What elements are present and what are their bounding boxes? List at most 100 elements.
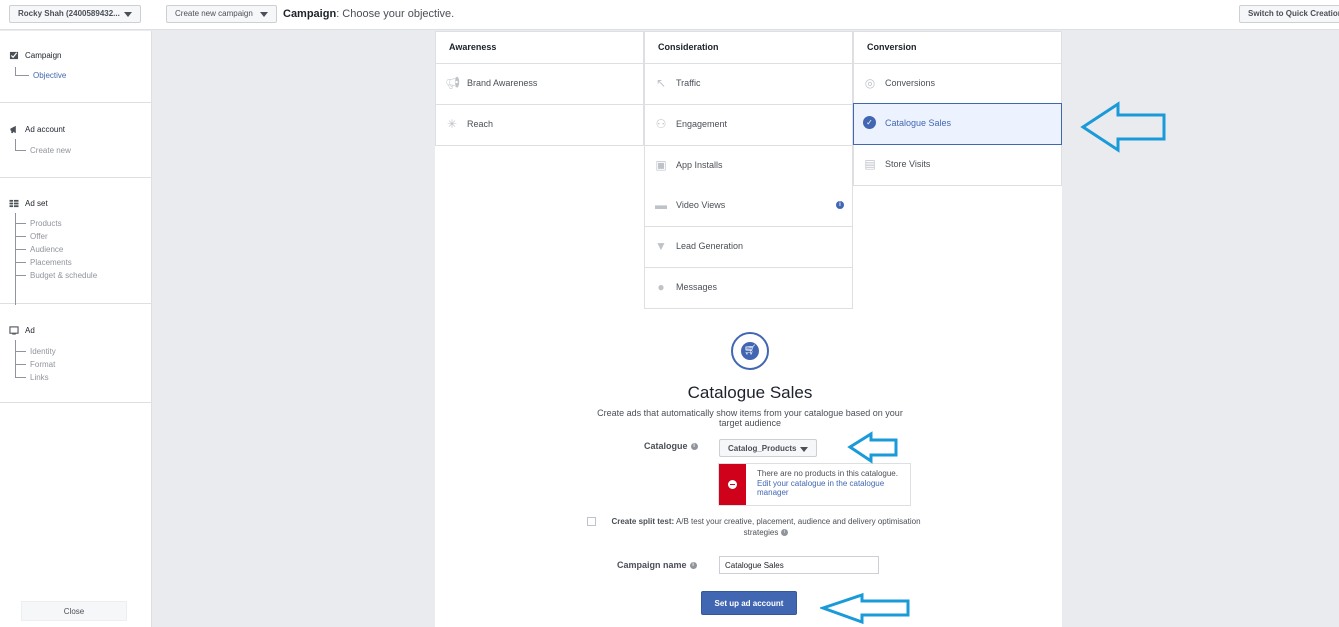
objective-label: Conversions (885, 78, 936, 88)
objective-video-views[interactable]: ▬ Video Views i (644, 186, 853, 227)
tree-branch (15, 377, 26, 378)
people-icon: ⚇ (655, 117, 667, 131)
info-icon[interactable]: i (689, 562, 697, 570)
sidebar: Campaign Objective Ad account Create new… (0, 31, 152, 627)
monitor-icon (9, 326, 19, 335)
cursor-icon: ↖ (655, 76, 667, 90)
column-header-consideration: Consideration (644, 31, 853, 64)
catalogue-label: Catalogue i (644, 441, 698, 451)
objective-description: Create ads that automatically show items… (597, 408, 903, 428)
objective-lead-generation[interactable]: ▼ Lead Generation (644, 227, 853, 268)
sidebar-item-ad-set[interactable]: Ad set (9, 199, 48, 208)
catalogue-label-text: Catalogue (644, 441, 688, 451)
objective-catalogue-sales[interactable]: ✓ Catalogue Sales (853, 103, 1062, 145)
switch-quick-creation-button[interactable]: Switch to Quick Creation (1239, 5, 1339, 23)
megaphone-icon: 📢︎ (445, 76, 461, 90)
sidebar-item-products[interactable]: Products (30, 219, 62, 228)
tree-branch (15, 249, 26, 250)
box-icon: ▣ (655, 158, 667, 172)
sidebar-label-ad-account: Ad account (25, 125, 66, 134)
objective-engagement[interactable]: ⚇ Engagement (644, 105, 853, 146)
globe-icon: ◎ (864, 76, 876, 90)
catalogue-sales-badge: 🛒︎ (731, 332, 769, 370)
annotation-arrow-icon (820, 592, 910, 625)
split-test-checkbox[interactable] (587, 517, 596, 526)
objective-store-visits[interactable]: ▤ Store Visits (853, 145, 1062, 186)
split-test-bold: Create split test: (611, 517, 675, 526)
sidebar-item-format[interactable]: Format (30, 360, 55, 369)
error-icon (728, 480, 737, 489)
catalogue-select[interactable]: Catalog_Products (719, 439, 817, 457)
catalogue-select-value: Catalog_Products (728, 444, 797, 453)
objective-label: Engagement (676, 119, 728, 129)
catalogue-error-notice: There are no products in this catalogue.… (718, 463, 911, 506)
sidebar-item-placements[interactable]: Placements (30, 258, 72, 267)
video-camera-icon: ▬ (655, 198, 667, 212)
sidebar-item-links[interactable]: Links (30, 373, 49, 382)
campaign-name-label: Campaign name i (617, 560, 697, 570)
chat-bubbles-icon: ● (657, 280, 665, 294)
asterisk-icon: ✳︎ (446, 117, 458, 131)
error-message: There are no products in this catalogue.… (757, 469, 909, 498)
tree-branch (15, 351, 26, 352)
sidebar-item-budget-schedule[interactable]: Budget & schedule (30, 271, 97, 280)
tree-branch (15, 364, 26, 365)
sidebar-item-campaign[interactable]: Campaign (9, 51, 61, 60)
objective-brand-awareness[interactable]: 📢︎ Brand Awareness (435, 64, 644, 105)
sidebar-item-identity[interactable]: Identity (30, 347, 56, 356)
sidebar-item-create-new[interactable]: Create new (30, 146, 71, 155)
split-test-desc: A/B test your creative, placement, audie… (674, 517, 921, 537)
account-selector[interactable]: Rocky Shah (2400589432... (9, 5, 141, 23)
edit-catalogue-link[interactable]: Edit your catalogue in the catalogue man… (757, 479, 884, 498)
set-up-ad-account-button[interactable]: Set up ad account (701, 591, 797, 615)
campaign-name-label-text: Campaign name (617, 560, 687, 570)
tree-branch (15, 262, 26, 263)
sidebar-item-offer[interactable]: Offer (30, 232, 48, 241)
checkbox-checked-icon (9, 52, 19, 60)
sidebar-item-audience[interactable]: Audience (30, 245, 63, 254)
chevron-down-icon (124, 12, 132, 17)
objective-messages[interactable]: ● Messages (644, 268, 853, 309)
sidebar-section-ad: Ad Identity Format Links (0, 304, 151, 403)
objective-app-installs[interactable]: ▣ App Installs (644, 146, 853, 187)
objective-label: App Installs (676, 160, 723, 170)
tree-branch (15, 236, 26, 237)
info-icon[interactable]: i (781, 529, 789, 537)
error-strip (719, 464, 746, 505)
sidebar-section-campaign: Campaign Objective (0, 31, 151, 103)
info-icon[interactable]: i (836, 201, 844, 209)
tree-line (15, 139, 16, 150)
create-campaign-button[interactable]: Create new campaign (166, 5, 277, 23)
page-title: Campaign: Choose your objective. (283, 8, 454, 20)
sidebar-item-ad[interactable]: Ad (9, 326, 35, 335)
objective-label: Reach (467, 119, 494, 129)
tree-line (15, 67, 16, 75)
annotation-arrow-icon (847, 431, 898, 464)
objective-label: Brand Awareness (467, 78, 538, 88)
tree-branch (15, 275, 26, 276)
error-text: There are no products in this catalogue. (757, 469, 898, 478)
list-grid-icon (9, 200, 19, 208)
objective-panel: Awareness Consideration Conversion 📢︎ Br… (435, 31, 1062, 627)
close-button[interactable]: Close (21, 601, 127, 621)
sidebar-label-ad-set: Ad set (25, 199, 48, 208)
tree-line (15, 340, 16, 377)
chevron-down-icon (800, 447, 808, 452)
objective-label: Catalogue Sales (885, 118, 952, 128)
store-icon: ▤ (864, 157, 876, 171)
objective-traffic[interactable]: ↖ Traffic (644, 64, 853, 105)
info-icon[interactable]: i (690, 443, 698, 451)
megaphone-icon (10, 126, 16, 134)
tree-line (15, 213, 16, 305)
column-header-awareness: Awareness (435, 31, 644, 64)
objective-reach[interactable]: ✳︎ Reach (435, 105, 644, 146)
sidebar-item-objective[interactable]: Objective (33, 71, 66, 80)
objective-label: Traffic (676, 78, 701, 88)
sidebar-section-ad-set: Ad set Products Offer Audience Placement… (0, 178, 151, 305)
top-bar: Rocky Shah (2400589432... Create new cam… (0, 0, 1339, 30)
tree-branch (15, 75, 29, 76)
tree-branch (15, 223, 26, 224)
campaign-name-input[interactable]: Catalogue Sales (719, 556, 879, 574)
sidebar-item-ad-account[interactable]: Ad account (9, 125, 65, 134)
objective-conversions[interactable]: ◎ Conversions (853, 64, 1062, 105)
